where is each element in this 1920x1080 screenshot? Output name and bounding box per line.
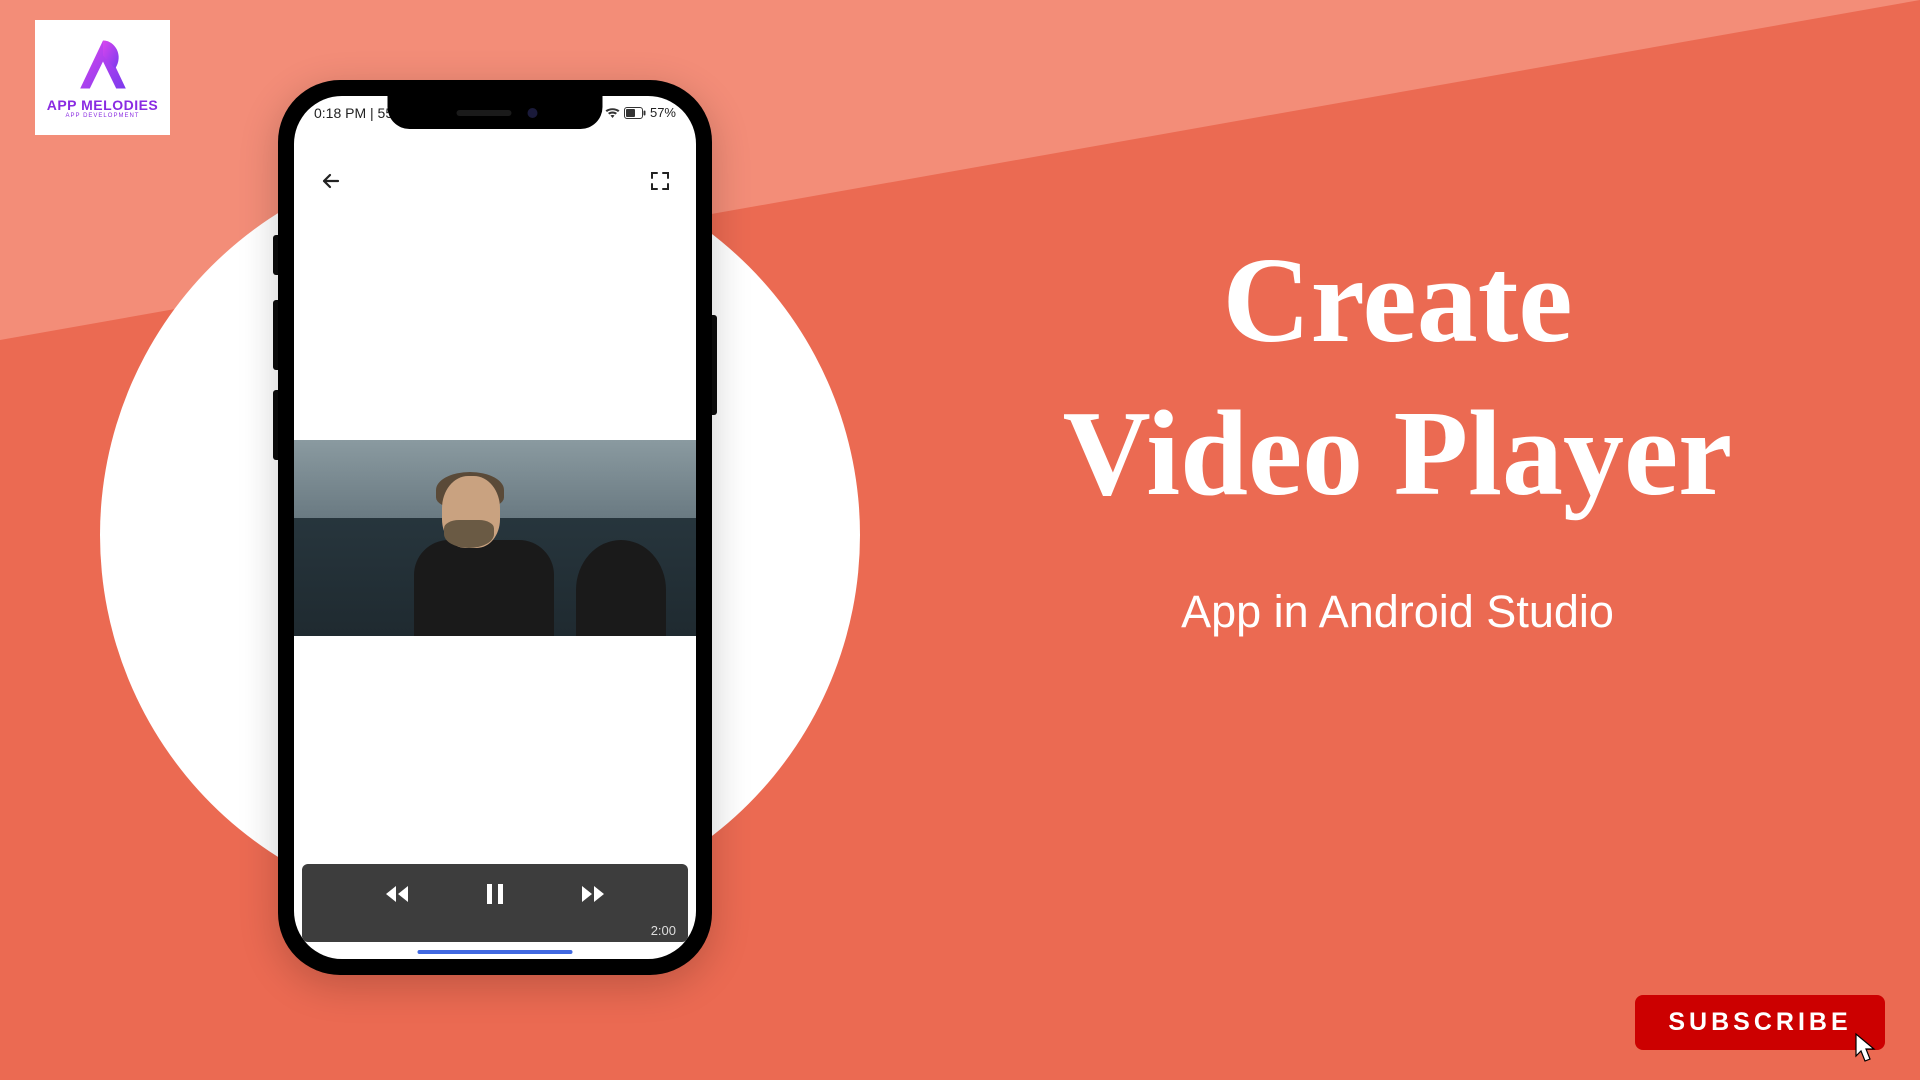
fullscreen-button[interactable] (649, 170, 671, 192)
arrow-left-icon (319, 169, 343, 193)
brand-logo: APP MELODIES APP DEVELOPMENT (35, 20, 170, 135)
media-duration: 2:00 (651, 923, 676, 938)
forward-button[interactable] (579, 880, 607, 908)
wifi-icon (605, 107, 620, 119)
pause-icon (486, 883, 504, 905)
phone-volume-up (273, 300, 278, 370)
media-controls: 2:00 (302, 864, 688, 942)
video-preview[interactable] (294, 440, 696, 636)
battery-icon (624, 107, 646, 119)
rewind-button[interactable] (383, 880, 411, 908)
pause-button[interactable] (481, 880, 509, 908)
phone-notch (388, 96, 603, 129)
home-indicator[interactable] (418, 950, 573, 954)
phone-mockup: 0:18 PM | 55. 57% (278, 80, 712, 975)
statusbar-right: 57% (605, 105, 676, 120)
statusbar-time: 0:18 PM | 55. (314, 105, 397, 121)
brand-logo-tagline: APP DEVELOPMENT (66, 113, 140, 119)
phone-power-button (712, 315, 717, 415)
back-button[interactable] (319, 169, 343, 193)
subscribe-label: SUBSCRIBE (1668, 1008, 1851, 1037)
cursor-pointer-icon (1840, 1026, 1884, 1070)
phone-screen: 0:18 PM | 55. 57% (294, 96, 696, 959)
hero-title: Create Video Player App in Android Studi… (930, 225, 1865, 638)
title-line-1: Create (930, 225, 1865, 378)
forward-icon (580, 884, 606, 904)
phone-mute-switch (273, 235, 278, 275)
video-person (414, 476, 544, 636)
rewind-icon (384, 884, 410, 904)
title-line-2: Video Player (930, 378, 1865, 531)
brand-logo-name: APP MELODIES (47, 97, 159, 113)
app-bar (294, 151, 696, 211)
fullscreen-icon (650, 171, 670, 191)
phone-volume-down (273, 390, 278, 460)
video-shape (576, 540, 666, 636)
statusbar-battery-text: 57% (650, 105, 676, 120)
brand-logo-icon (73, 37, 133, 92)
subtitle: App in Android Studio (930, 586, 1865, 638)
